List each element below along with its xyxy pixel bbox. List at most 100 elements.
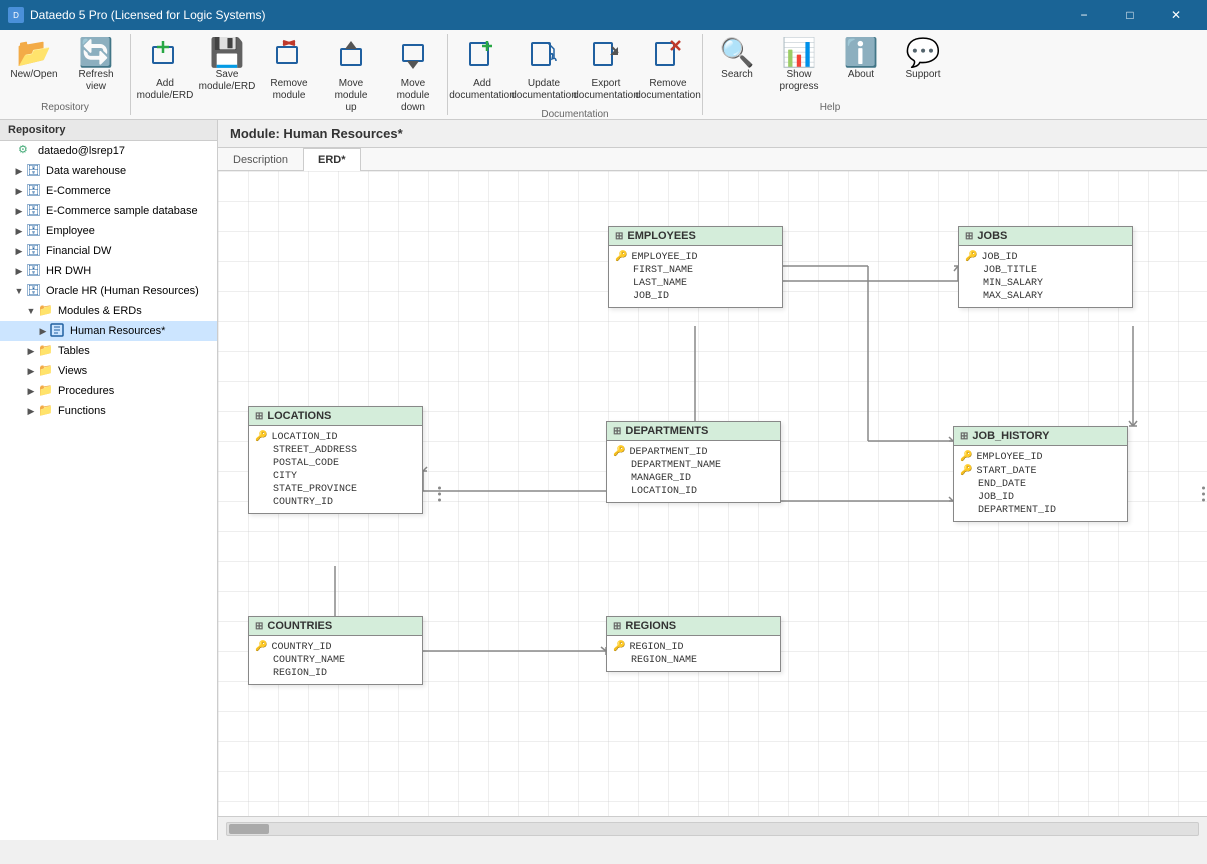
procedures-expander: ▶ — [24, 384, 38, 398]
minimize-button[interactable]: − — [1061, 0, 1107, 30]
main-area: Repository ⚙ dataedo@lsrep17 ▶ 🗄 Data wa… — [0, 120, 1207, 840]
erd-canvas[interactable]: ⊞EMPLOYEES🔑EMPLOYEE_IDFIRST_NAMELAST_NAM… — [218, 171, 1207, 816]
erd-field-jobs-min_salary: MIN_SALARY — [959, 277, 1132, 290]
right-side-handle[interactable] — [1200, 482, 1207, 505]
table-grid-icon: ⊞ — [965, 231, 973, 242]
side-handle-dot — [1202, 486, 1205, 489]
toolbar-group-help-items: 🔍 Search 📊 Show progress ℹ️ About 💬 Supp… — [707, 34, 953, 100]
side-handle-dot — [1202, 498, 1205, 501]
scrollbar-thumb[interactable] — [229, 824, 269, 834]
erd-field-job-history-end_date: END_DATE — [954, 478, 1127, 491]
add-module-label: Add module/ERD — [137, 78, 194, 102]
connection-item[interactable]: ⚙ dataedo@lsrep17 — [0, 141, 217, 161]
new-open-button[interactable]: 📂 New/Open — [4, 34, 64, 99]
save-module-icon: 💾 — [210, 39, 245, 67]
erd-table-jobs[interactable]: ⊞JOBS🔑JOB_IDJOB_TITLEMIN_SALARYMAX_SALAR… — [958, 226, 1133, 308]
remove-module-icon — [273, 39, 305, 76]
field-name: MANAGER_ID — [631, 473, 691, 484]
horizontal-scrollbar[interactable] — [226, 822, 1199, 836]
sidebar-item-ecommerce-sample[interactable]: ▶ 🗄 E-Commerce sample database — [0, 201, 217, 221]
erd-table-locations[interactable]: ⊞LOCATIONS🔑LOCATION_IDSTREET_ADDRESSPOST… — [248, 406, 423, 514]
field-name: FIRST_NAME — [633, 265, 693, 276]
refresh-button[interactable]: 🔄 Refresh view — [66, 34, 126, 99]
field-name: EMPLOYEE_ID — [976, 452, 1042, 463]
show-progress-button[interactable]: 📊 Show progress — [769, 34, 829, 99]
erd-field-employees-job_id: JOB_ID — [609, 290, 782, 303]
modules-erds-label: Modules & ERDs — [58, 305, 142, 317]
sidebar-item-modules-erds[interactable]: ▼ 📁 Modules & ERDs — [0, 301, 217, 321]
sidebar-item-hr-dwh[interactable]: ▶ 🗄 HR DWH — [0, 261, 217, 281]
hr-dwh-expander: ▶ — [12, 264, 26, 278]
sidebar-item-functions[interactable]: ▶ 📁 Functions — [0, 401, 217, 421]
erd-table-countries[interactable]: ⊞COUNTRIES🔑COUNTRY_IDCOUNTRY_NAMEREGION_… — [248, 616, 423, 685]
sidebar-item-employee[interactable]: ▶ 🗄 Employee — [0, 221, 217, 241]
erd-table-departments[interactable]: ⊞DEPARTMENTS🔑DEPARTMENT_IDDEPARTMENT_NAM… — [606, 421, 781, 503]
modules-erds-expander: ▼ — [24, 304, 38, 318]
sidebar-item-oracle-hr[interactable]: ▼ 🗄 Oracle HR (Human Resources) — [0, 281, 217, 301]
move-up-button[interactable]: Move module up — [321, 34, 381, 119]
erd-field-countries-country_id: 🔑COUNTRY_ID — [249, 640, 422, 654]
update-doc-button[interactable]: Update documentation — [514, 34, 574, 107]
sidebar-item-tables[interactable]: ▶ 📁 Tables — [0, 341, 217, 361]
field-name: START_DATE — [976, 466, 1036, 477]
human-resources-icon — [50, 323, 66, 339]
remove-doc-button[interactable]: Remove documentation — [638, 34, 698, 107]
update-doc-icon — [528, 39, 560, 76]
erd-table-body-locations: 🔑LOCATION_IDSTREET_ADDRESSPOSTAL_CODECIT… — [249, 426, 422, 513]
export-doc-button[interactable]: Export documentation — [576, 34, 636, 107]
ecommerce-expander: ▶ — [12, 184, 26, 198]
erd-field-job-history-job_id: JOB_ID — [954, 491, 1127, 504]
update-doc-label: Update documentation — [511, 78, 577, 102]
sidebar-item-financial-dw[interactable]: ▶ 🗄 Financial DW — [0, 241, 217, 261]
left-side-handle[interactable] — [436, 482, 443, 505]
field-name: STATE_PROVINCE — [273, 484, 357, 495]
functions-expander: ▶ — [24, 404, 38, 418]
sidebar-item-ecommerce[interactable]: ▶ 🗄 E-Commerce — [0, 181, 217, 201]
field-name: LOCATION_ID — [271, 432, 337, 443]
toolbar-group-repository: 📂 New/Open 🔄 Refresh view Repository — [0, 34, 131, 115]
sidebar-header: Repository — [0, 120, 217, 141]
sidebar-content[interactable]: ⚙ dataedo@lsrep17 ▶ 🗄 Data warehouse ▶ 🗄… — [0, 141, 217, 840]
table-name-countries: COUNTRIES — [267, 620, 332, 632]
sidebar-item-data-warehouse[interactable]: ▶ 🗄 Data warehouse — [0, 161, 217, 181]
add-module-button[interactable]: Add module/ERD — [135, 34, 195, 107]
about-button[interactable]: ℹ️ About — [831, 34, 891, 99]
search-button[interactable]: 🔍 Search — [707, 34, 767, 99]
field-name: STREET_ADDRESS — [273, 445, 357, 456]
about-label: About — [848, 69, 874, 81]
move-down-button[interactable]: Move module down — [383, 34, 443, 119]
procedures-icon: 📁 — [38, 383, 54, 399]
views-expander: ▶ — [24, 364, 38, 378]
erd-table-regions[interactable]: ⊞REGIONS🔑REGION_IDREGION_NAME — [606, 616, 781, 672]
close-button[interactable]: ✕ — [1153, 0, 1199, 30]
sidebar-item-procedures[interactable]: ▶ 📁 Procedures — [0, 381, 217, 401]
add-module-icon — [149, 39, 181, 76]
erd-field-employees-last_name: LAST_NAME — [609, 277, 782, 290]
table-name-employees: EMPLOYEES — [627, 230, 695, 242]
sidebar-item-human-resources[interactable]: ▶ Human Resources* — [0, 321, 217, 341]
support-button[interactable]: 💬 Support — [893, 34, 953, 99]
titlebar-controls[interactable]: − □ ✕ — [1061, 0, 1199, 30]
save-module-button[interactable]: 💾 Save module/ERD — [197, 34, 257, 99]
erd-field-employees-employee_id: 🔑EMPLOYEE_ID — [609, 250, 782, 264]
remove-module-button[interactable]: Remove module — [259, 34, 319, 107]
sidebar-item-views[interactable]: ▶ 📁 Views — [0, 361, 217, 381]
erd-table-employees[interactable]: ⊞EMPLOYEES🔑EMPLOYEE_IDFIRST_NAMELAST_NAM… — [608, 226, 783, 308]
tab-erd[interactable]: ERD* — [303, 148, 361, 171]
maximize-button[interactable]: □ — [1107, 0, 1153, 30]
statusbar — [218, 816, 1207, 840]
key-icon: 🔑 — [613, 446, 625, 458]
connection-expander — [4, 144, 18, 158]
field-name: COUNTRY_NAME — [273, 655, 345, 666]
remove-doc-label: Remove documentation — [635, 78, 701, 102]
erd-table-job-history[interactable]: ⊞JOB_HISTORY🔑EMPLOYEE_ID🔑START_DATEEND_D… — [953, 426, 1128, 522]
scrollbar-area[interactable] — [226, 822, 1199, 836]
tab-description[interactable]: Description — [218, 148, 303, 171]
human-resources-label: Human Resources* — [70, 325, 165, 337]
field-name: COUNTRY_ID — [271, 642, 331, 653]
sidebar: Repository ⚙ dataedo@lsrep17 ▶ 🗄 Data wa… — [0, 120, 218, 840]
save-module-label: Save module/ERD — [199, 69, 256, 93]
add-doc-button[interactable]: Add documentation — [452, 34, 512, 107]
ecommerce-icon: 🗄 — [26, 183, 42, 199]
remove-doc-icon — [652, 39, 684, 76]
